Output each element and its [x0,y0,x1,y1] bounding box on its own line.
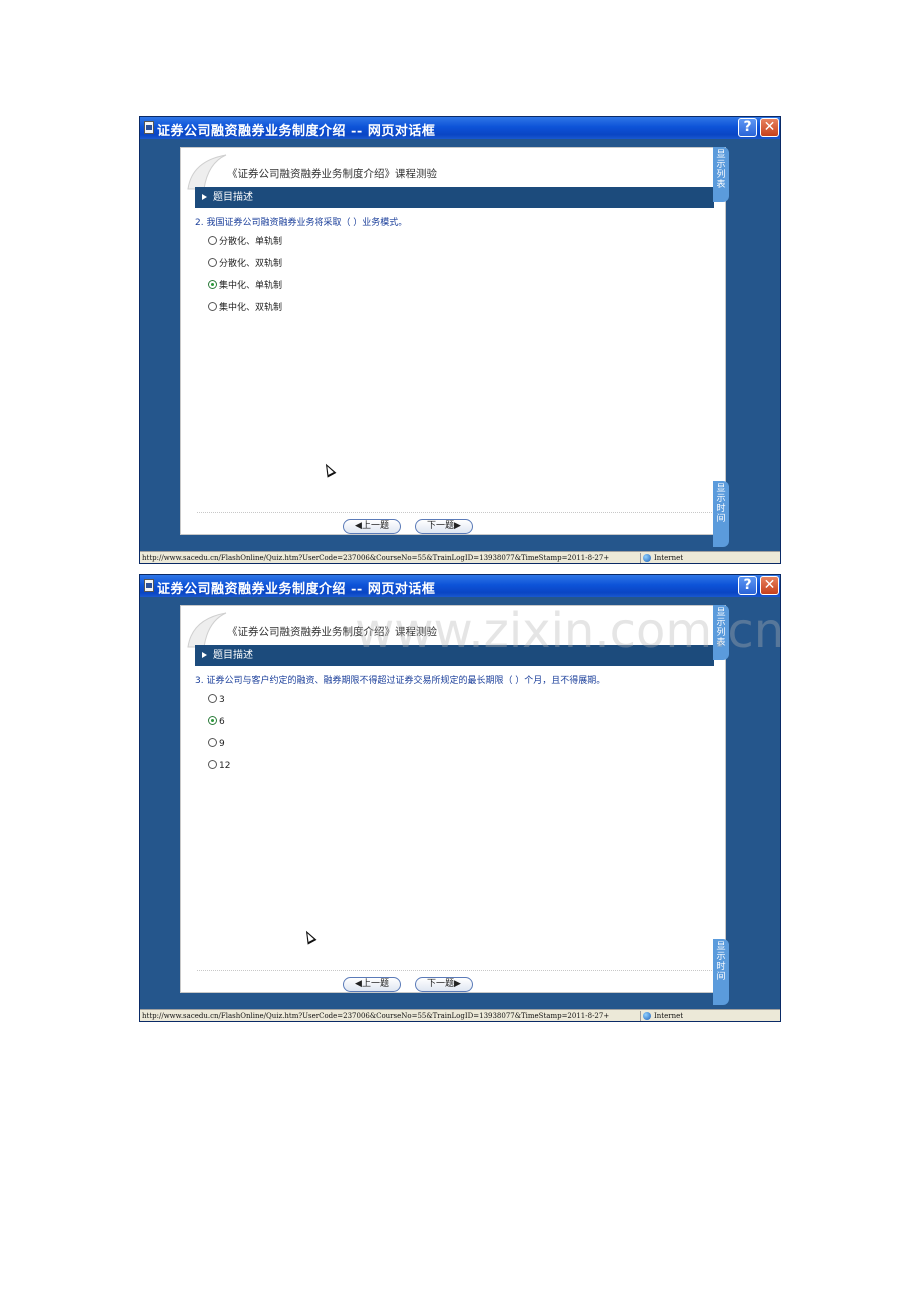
zone-label: Internet [654,554,684,562]
arrow-right-icon [202,652,207,658]
option-2[interactable]: 6 [208,716,225,728]
section-label: 题目描述 [213,192,253,203]
section-header: 题目描述 [195,187,714,208]
zone-label: Internet [654,1012,684,1020]
show-list-tab[interactable]: 显示列表 [713,147,729,202]
help-button[interactable]: ? [738,118,757,137]
radio-button[interactable] [208,258,217,267]
page-icon [144,121,154,134]
radio-button[interactable] [208,236,217,245]
next-question-button[interactable]: 下一题▶ [415,519,473,534]
arrow-right-icon [202,194,207,200]
section-label: 题目描述 [213,650,253,661]
option-1[interactable]: 分散化、单轨制 [208,236,283,248]
option-4[interactable]: 集中化、双轨制 [208,302,283,314]
option-1[interactable]: 3 [208,694,225,706]
globe-icon [643,1012,651,1020]
radio-button-selected[interactable] [208,716,217,725]
option-label: 3 [219,695,225,705]
option-label: 分散化、双轨制 [219,259,283,269]
option-label: 9 [219,739,225,749]
prev-question-button[interactable]: ◀上一题 [343,977,401,992]
status-separator [640,1011,641,1021]
quiz-panel: 《证券公司融资融券业务制度介绍》课程测验 题目描述 2. 我国证券公司融资融券业… [180,147,726,535]
radio-button[interactable] [208,760,217,769]
help-button[interactable]: ? [738,576,757,595]
option-label: 12 [219,761,231,771]
show-time-tab[interactable]: 显示时间 [713,939,729,1005]
status-url: http://www.sacedu.cn/FlashOnline/Quiz.ht… [142,1012,610,1020]
option-2[interactable]: 分散化、双轨制 [208,258,283,270]
close-button[interactable]: ✕ [760,576,779,595]
quiz-dialog-1: 证券公司融资融券业务制度介绍 -- 网页对话框 ? ✕ 《证券公司融资融券业务制… [139,116,781,564]
option-label: 集中化、双轨制 [219,303,283,313]
window-title: 证券公司融资融券业务制度介绍 -- 网页对话框 [157,582,436,597]
radio-button[interactable] [208,738,217,747]
status-url: http://www.sacedu.cn/FlashOnline/Quiz.ht… [142,554,610,562]
radio-button[interactable] [208,694,217,703]
option-label: 集中化、单轨制 [219,281,283,291]
option-label: 分散化、单轨制 [219,237,283,247]
watermark: www.zixin.com.cn [355,603,785,659]
title-bar[interactable]: 证券公司融资融券业务制度介绍 -- 网页对话框 ? ✕ [140,575,780,597]
close-button[interactable]: ✕ [760,118,779,137]
radio-button[interactable] [208,302,217,311]
question-text: 3. 证券公司与客户约定的融资、融券期限不得超过证券交易所规定的最长期限（ ）个… [195,676,606,686]
next-question-button[interactable]: 下一题▶ [415,977,473,992]
course-title: 《证券公司融资融券业务制度介绍》课程测验 [227,168,437,180]
option-label: 6 [219,717,225,727]
title-bar[interactable]: 证券公司融资融券业务制度介绍 -- 网页对话框 ? ✕ [140,117,780,139]
option-3[interactable]: 9 [208,738,225,750]
show-time-tab[interactable]: 显示时间 [713,481,729,547]
status-bar: http://www.sacedu.cn/FlashOnline/Quiz.ht… [140,551,780,563]
option-4[interactable]: 12 [208,760,231,772]
divider [197,970,712,971]
status-bar: http://www.sacedu.cn/FlashOnline/Quiz.ht… [140,1009,780,1021]
window-title: 证券公司融资融券业务制度介绍 -- 网页对话框 [157,124,436,139]
page-icon [144,579,154,592]
quiz-panel: 《证券公司融资融券业务制度介绍》课程测验 题目描述 3. 证券公司与客户约定的融… [180,605,726,993]
question-text: 2. 我国证券公司融资融券业务将采取（ ）业务模式。 [195,218,408,228]
status-separator [640,553,641,563]
option-3[interactable]: 集中化、单轨制 [208,280,283,292]
radio-button-selected[interactable] [208,280,217,289]
divider [197,512,712,513]
prev-question-button[interactable]: ◀上一题 [343,519,401,534]
globe-icon [643,554,651,562]
